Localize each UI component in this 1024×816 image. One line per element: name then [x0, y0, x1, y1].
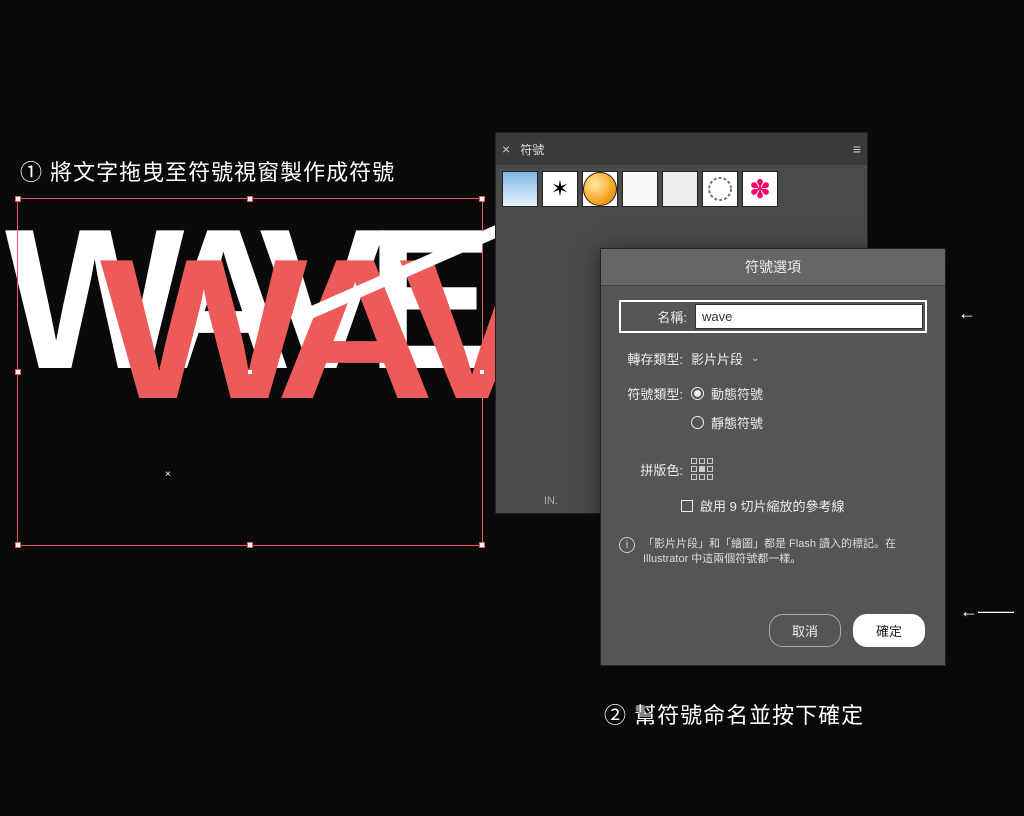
selection-handle[interactable]: [247, 369, 253, 375]
radio-static-label: 靜態符號: [711, 413, 763, 432]
radio-icon: [691, 416, 704, 429]
symbol-swatch[interactable]: [702, 171, 738, 207]
panel-close-icon[interactable]: ×: [502, 141, 510, 157]
selection-anchor-x: ×: [165, 469, 171, 480]
selection-handle[interactable]: [247, 196, 253, 202]
info-icon: i: [619, 537, 635, 553]
ok-button[interactable]: 確定: [853, 614, 925, 647]
selection-handle[interactable]: [479, 542, 485, 548]
selection-handle[interactable]: [479, 369, 485, 375]
export-type-label: 轉存類型:: [609, 349, 683, 368]
panel-menu-icon[interactable]: ≡: [853, 141, 861, 157]
panel-bottom-label: IN.: [544, 495, 558, 507]
annotation-arrow-ok: ←——: [960, 601, 1014, 622]
export-type-value: 影片片段: [691, 349, 743, 368]
registration-row: 拼版色:: [609, 458, 927, 480]
annotation-arrow-name: ←: [958, 303, 976, 324]
selection-handle[interactable]: [247, 542, 253, 548]
symbol-swatch[interactable]: ✽: [742, 171, 778, 207]
selection-handle[interactable]: [15, 196, 21, 202]
symbol-swatch-row: ✶ ✽: [496, 165, 867, 213]
dialog-button-row: 取消 確定: [769, 614, 925, 647]
symbol-options-dialog: 符號選項 名稱: 轉存類型: 影片片段 ⌄ 符號類型: 動態符號 靜態符號: [600, 248, 946, 666]
panel-title: 符號: [520, 141, 853, 158]
slice-guides-row[interactable]: 啟用 9 切片縮放的參考線: [681, 496, 927, 515]
name-label: 名稱:: [623, 307, 687, 326]
radio-dynamic[interactable]: 動態符號: [691, 384, 763, 403]
selection-handle[interactable]: [479, 196, 485, 202]
info-text: 「影片片段」和「繪圖」都是 Flash 讀入的標記。在 Illustrator …: [643, 537, 927, 568]
radio-dynamic-label: 動態符號: [711, 384, 763, 403]
registration-grid[interactable]: [691, 458, 713, 480]
selection-bounding-box[interactable]: ×: [17, 198, 483, 546]
selection-handle[interactable]: [15, 542, 21, 548]
name-input[interactable]: [695, 304, 923, 329]
instruction-step-1: ① 將文字拖曳至符號視窗製作成符號: [20, 155, 395, 187]
export-type-dropdown[interactable]: 影片片段 ⌄: [691, 349, 759, 368]
symbol-type-row: 符號類型: 動態符號 靜態符號: [609, 384, 927, 442]
chevron-down-icon: ⌄: [751, 353, 759, 364]
symbol-swatch[interactable]: ✶: [542, 171, 578, 207]
instruction-step-2: ② 幫符號命名並按下確定: [604, 698, 864, 730]
panel-header: × 符號 ≡: [496, 133, 867, 165]
checkbox-icon: [681, 500, 693, 512]
slice-guides-label: 啟用 9 切片縮放的參考線: [700, 496, 844, 515]
symbol-swatch[interactable]: [502, 171, 538, 207]
symbol-swatch[interactable]: [622, 171, 658, 207]
cancel-button[interactable]: 取消: [769, 614, 841, 647]
symbol-swatch[interactable]: [582, 171, 618, 207]
info-row: i 「影片片段」和「繪圖」都是 Flash 讀入的標記。在 Illustrato…: [619, 533, 927, 568]
registration-label: 拼版色:: [609, 460, 683, 479]
radio-icon: [691, 387, 704, 400]
symbol-type-label: 符號類型:: [609, 384, 683, 403]
selection-handle[interactable]: [15, 369, 21, 375]
dialog-title: 符號選項: [601, 249, 945, 286]
radio-static[interactable]: 靜態符號: [691, 413, 763, 432]
name-field-row: 名稱:: [619, 300, 927, 333]
symbol-swatch[interactable]: [662, 171, 698, 207]
export-type-row: 轉存類型: 影片片段 ⌄: [609, 349, 927, 368]
